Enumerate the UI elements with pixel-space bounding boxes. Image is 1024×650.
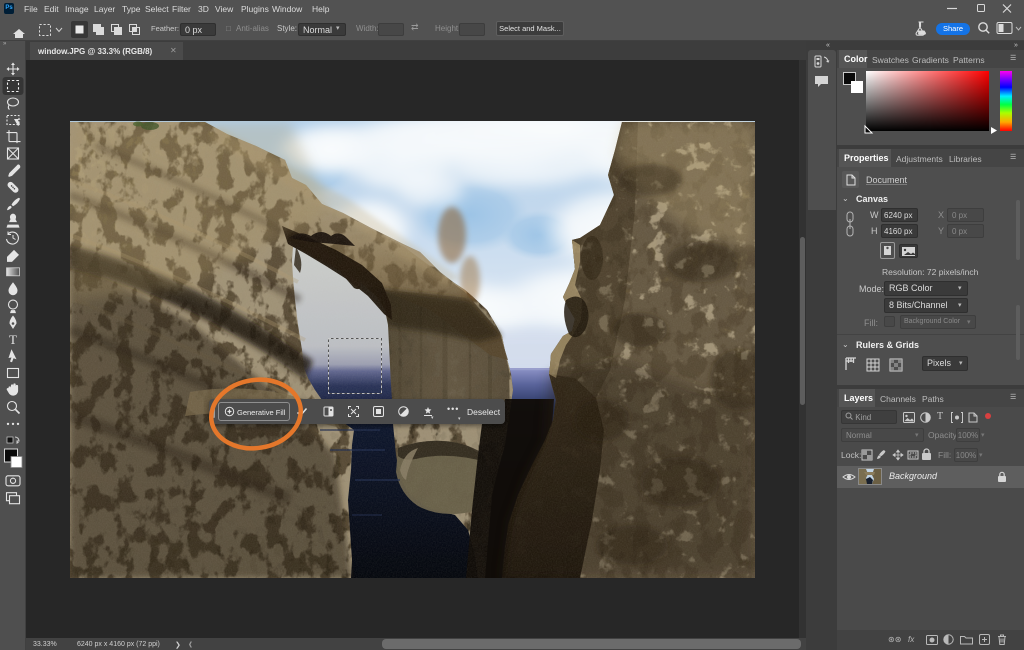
svg-text:T: T	[9, 332, 17, 347]
